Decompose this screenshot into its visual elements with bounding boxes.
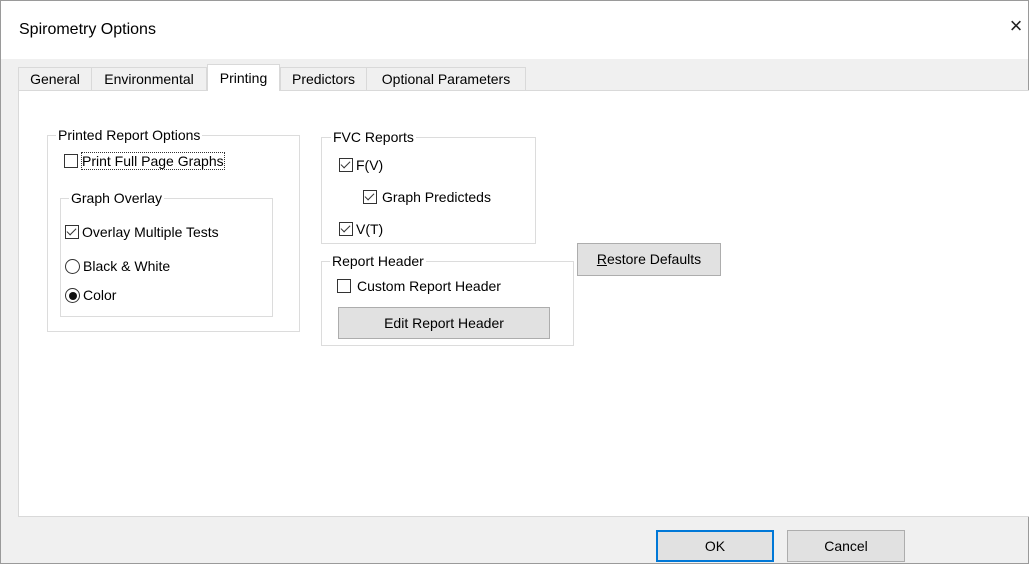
- tab-general-label: General: [30, 71, 80, 87]
- window-title: Spirometry Options: [19, 21, 156, 38]
- fvc-reports-group: FVC Reports F(V) Graph Predicteds V(T): [321, 129, 536, 244]
- fv-checkbox[interactable]: [339, 158, 353, 172]
- fvc-reports-label: FVC Reports: [331, 129, 416, 145]
- print-full-page-graphs-label[interactable]: Print Full Page Graphs: [81, 152, 225, 170]
- edit-report-header-button[interactable]: Edit Report Header: [338, 307, 550, 339]
- printing-panel: Printed Report Options Print Full Page G…: [18, 90, 1029, 517]
- close-icon[interactable]: ×: [1005, 15, 1027, 37]
- custom-report-header-label[interactable]: Custom Report Header: [357, 278, 501, 294]
- ok-button[interactable]: OK: [656, 530, 774, 562]
- graph-predicteds-label[interactable]: Graph Predicteds: [382, 189, 491, 205]
- overlay-multiple-tests-label[interactable]: Overlay Multiple Tests: [82, 224, 219, 240]
- color-label[interactable]: Color: [83, 287, 116, 303]
- tab-environmental[interactable]: Environmental: [91, 67, 207, 90]
- restore-defaults-mnemonic: R: [596, 251, 607, 267]
- tab-general[interactable]: General: [18, 67, 92, 90]
- tab-optional-parameters-label: Optional Parameters: [381, 71, 511, 87]
- tab-environmental-label: Environmental: [104, 71, 194, 87]
- ok-label: OK: [704, 538, 726, 554]
- tab-predictors-label: Predictors: [291, 71, 356, 87]
- graph-predicteds-checkbox[interactable]: [363, 190, 377, 204]
- overlay-multiple-tests-checkbox[interactable]: [65, 225, 79, 239]
- black-white-label[interactable]: Black & White: [83, 258, 170, 274]
- printed-report-options-group: Printed Report Options Print Full Page G…: [47, 127, 300, 332]
- tab-predictors[interactable]: Predictors: [280, 67, 367, 90]
- graph-overlay-group: Graph Overlay Overlay Multiple Tests Bla…: [60, 190, 273, 317]
- report-header-label: Report Header: [330, 253, 426, 269]
- cancel-button[interactable]: Cancel: [787, 530, 905, 562]
- report-header-group: Report Header Custom Report Header Edit …: [321, 253, 574, 346]
- tab-printing[interactable]: Printing: [207, 64, 280, 91]
- black-white-radio[interactable]: [65, 259, 80, 274]
- printed-report-options-label: Printed Report Options: [56, 127, 203, 143]
- cancel-label: Cancel: [824, 538, 868, 554]
- dialog-footer: OK Cancel: [1, 517, 1028, 563]
- restore-defaults-label: estore Defaults: [606, 251, 702, 267]
- graph-overlay-label: Graph Overlay: [69, 190, 165, 206]
- title-bar: Spirometry Options ×: [1, 1, 1028, 59]
- fv-label[interactable]: F(V): [356, 157, 383, 173]
- vt-label[interactable]: V(T): [356, 221, 383, 237]
- spirometry-options-dialog: Spirometry Options × General Environment…: [0, 0, 1029, 564]
- edit-report-header-label: Edit Report Header: [384, 315, 504, 331]
- tab-printing-label: Printing: [219, 70, 268, 86]
- restore-defaults-button[interactable]: Restore Defaults: [577, 243, 721, 276]
- color-radio[interactable]: [65, 288, 80, 303]
- custom-report-header-checkbox[interactable]: [337, 279, 351, 293]
- print-full-page-graphs-checkbox[interactable]: [64, 154, 78, 168]
- vt-checkbox[interactable]: [339, 222, 353, 236]
- tab-optional-parameters[interactable]: Optional Parameters: [366, 67, 526, 90]
